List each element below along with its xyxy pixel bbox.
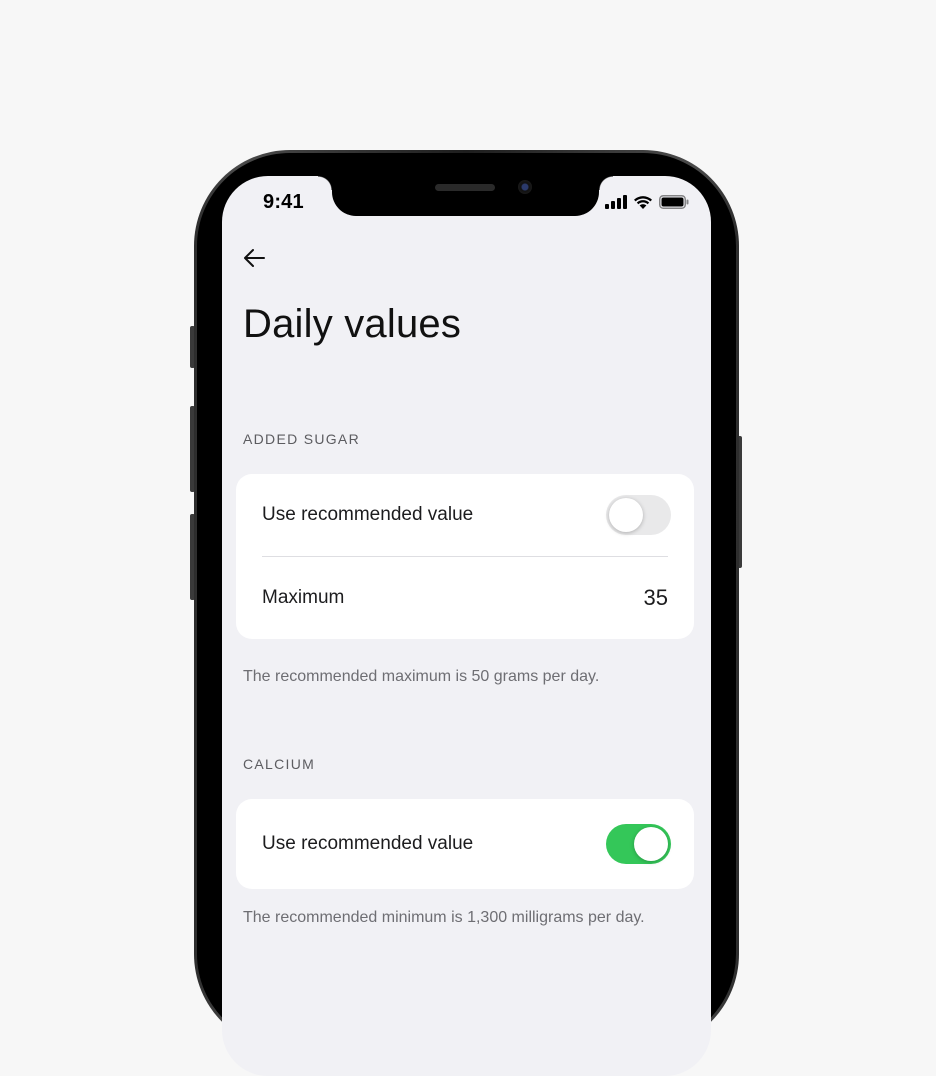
cellular-signal-icon bbox=[605, 194, 627, 214]
status-icons bbox=[605, 194, 689, 214]
battery-icon bbox=[659, 194, 689, 214]
calcium-footnote: The recommended minimum is 1,300 milligr… bbox=[243, 909, 645, 926]
added-sugar-recommended-toggle[interactable] bbox=[606, 495, 671, 535]
calcium-recommended-row: Use recommended value bbox=[262, 799, 671, 889]
calcium-recommended-toggle[interactable] bbox=[606, 824, 671, 864]
wifi-icon bbox=[633, 194, 653, 214]
front-camera bbox=[518, 180, 532, 194]
added-sugar-maximum-row[interactable]: Maximum 35 bbox=[262, 556, 668, 639]
row-label: Use recommended value bbox=[262, 833, 474, 854]
toggle-knob bbox=[609, 498, 643, 532]
notch bbox=[318, 176, 613, 216]
section-header-added-sugar: ADDED SUGAR bbox=[243, 431, 360, 447]
back-button[interactable] bbox=[240, 244, 268, 272]
phone-screen: 9:41 Daily values ADDED SUGAR Use recomm… bbox=[222, 176, 711, 1076]
section-header-calcium: CALCIUM bbox=[243, 756, 316, 772]
page-title: Daily values bbox=[243, 302, 462, 346]
added-sugar-card: Use recommended value Maximum 35 bbox=[236, 474, 694, 639]
row-label: Use recommended value bbox=[262, 504, 474, 525]
status-time: 9:41 bbox=[263, 191, 304, 213]
added-sugar-footnote: The recommended maximum is 50 grams per … bbox=[243, 668, 600, 685]
maximum-value[interactable]: 35 bbox=[644, 585, 668, 611]
calcium-card: Use recommended value bbox=[236, 799, 694, 889]
toggle-knob bbox=[634, 827, 668, 861]
earpiece-speaker bbox=[435, 184, 495, 191]
row-label: Maximum bbox=[262, 587, 345, 608]
added-sugar-recommended-row: Use recommended value bbox=[262, 474, 671, 556]
arrow-left-icon bbox=[244, 249, 265, 267]
